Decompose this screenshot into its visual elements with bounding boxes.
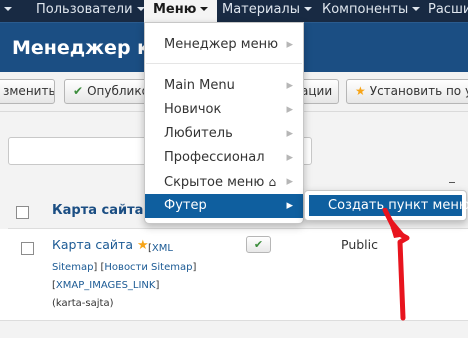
chevron-right-icon: ▸ [286, 150, 293, 165]
check-icon: ✔ [253, 238, 264, 251]
nav-item-users[interactable]: Пользователи [36, 0, 145, 22]
chevron-right-icon: ▸ [286, 126, 293, 141]
nav-item-extensions[interactable]: Расши [428, 0, 468, 22]
menu-item-main-menu[interactable]: Main Menu ▸ [145, 74, 303, 98]
row-alias: (karta-sajta) [52, 298, 114, 309]
menu-dropdown: Менеджер меню ▸ Main Menu ▸ Новичок ▸ Любит… [144, 22, 304, 224]
menu-divider [146, 63, 302, 64]
nav-item-menus[interactable]: Меню [144, 0, 218, 22]
menu-item-professional[interactable]: Профессионал ▸ [145, 146, 303, 170]
column-header-title[interactable]: Карта сайта [52, 203, 143, 218]
access-level: Public [341, 237, 378, 252]
check-icon: ✔ [73, 84, 84, 98]
chevron-right-icon: ▸ [286, 78, 293, 93]
top-navigation-bar: Пользователи Меню Материалы Компоненты Р… [0, 0, 468, 22]
sort-indicator-icon [449, 182, 455, 188]
chevron-right-icon: ▸ [286, 37, 293, 52]
featured-star-icon: ★ [136, 238, 149, 253]
row-checkbox[interactable] [21, 242, 34, 255]
edit-button[interactable]: зменить [0, 79, 55, 104]
caret-down-icon [4, 7, 12, 11]
caret-down-icon [304, 7, 312, 11]
chevron-right-icon: ▸ [286, 102, 293, 117]
chevron-right-icon: ▸ [286, 198, 293, 213]
star-icon: ★ [355, 84, 366, 98]
menu-item-footer[interactable]: Футер ▸ [145, 194, 303, 218]
menu-item-hidden-menu[interactable]: Скрытое меню ⌂ ▸ [145, 170, 303, 194]
published-status-button[interactable]: ✔ [246, 236, 271, 253]
publish-button[interactable]: ✔ Опублико [64, 79, 150, 104]
nav-item-content[interactable]: Материалы [222, 0, 312, 22]
caret-down-icon [200, 7, 209, 11]
set-default-button[interactable]: ★Установить по ум [346, 79, 468, 104]
row-title-link[interactable]: Карта сайта ★ [52, 237, 149, 253]
annotation-arrow-icon [382, 208, 410, 321]
nav-item-components[interactable]: Компоненты [322, 0, 421, 22]
menu-item-manager[interactable]: Менеджер меню ▸ [145, 33, 303, 57]
sitemap-link[interactable]: Sitemap [52, 262, 93, 273]
chevron-right-icon: ▸ [286, 174, 293, 189]
images-link[interactable]: XMAP_IMAGES_LINK [56, 280, 156, 291]
news-sitemap-link[interactable]: Новости Sitemap [104, 262, 192, 273]
caret-down-icon [412, 7, 421, 11]
home-icon: ⌂ [268, 175, 277, 189]
menu-item-amateur[interactable]: Любитель ▸ [145, 122, 303, 146]
select-all-checkbox[interactable] [16, 206, 29, 219]
xml-link[interactable]: XML [152, 243, 173, 254]
nav-item-blank[interactable] [0, 0, 30, 22]
menu-item-novice[interactable]: Новичок ▸ [145, 98, 303, 122]
